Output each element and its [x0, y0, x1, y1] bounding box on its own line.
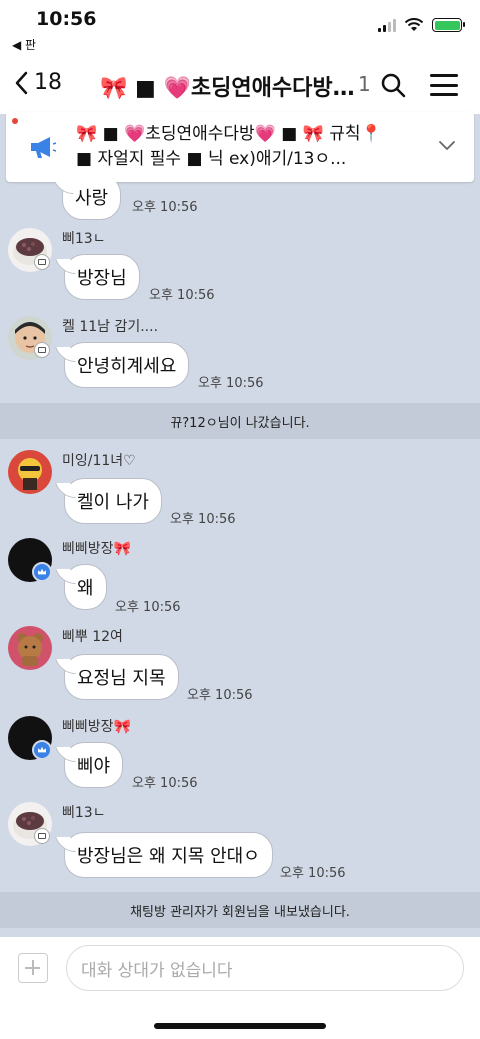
cellular-signal-icon	[378, 18, 396, 32]
message-time: 오후 10:56	[132, 776, 198, 791]
wifi-icon	[404, 18, 424, 31]
profile-badge-icon	[34, 342, 50, 358]
host-crown-icon	[32, 562, 52, 582]
avatar[interactable]	[8, 450, 52, 494]
member-count: 1	[358, 72, 371, 96]
chat-message-list[interactable]: 사랑 오후 10:56 삐13ㄴ 방장님 오후 10:56 켈 11남 감기..…	[0, 182, 480, 937]
home-indicator[interactable]	[154, 1023, 326, 1029]
chat-header: 18 🎀 ■ 💗초딩연애수다방… 1	[0, 56, 480, 114]
notice-banner[interactable]: 🎀 ■ 💗초딩연애수다방💗 ■ 🎀 규칙📍 ■ 자얼지 필수 ■ 닉 ex)애기…	[6, 112, 474, 182]
system-message: 뀨?12ㅇ님이 나갔습니다.	[0, 403, 480, 439]
message-time: 오후 10:56	[187, 688, 253, 703]
sender-name: 미잉/11녀♡	[62, 453, 136, 469]
message-time: 오후 10:56	[280, 866, 346, 881]
sender-name: 삐13ㄴ	[62, 805, 106, 821]
back-to-app-link[interactable]: ◀ 판	[12, 36, 36, 53]
status-bar: 10:56 ◀ 판	[0, 0, 480, 60]
message-time: 오후 10:56	[170, 512, 236, 527]
message-time: 오후 10:56	[132, 200, 198, 215]
host-crown-icon	[32, 740, 52, 760]
message-bubble[interactable]: 방장님	[64, 254, 140, 300]
menu-icon[interactable]	[430, 74, 458, 96]
plus-icon[interactable]	[18, 953, 48, 983]
sender-name: 삐삐방장🎀	[62, 541, 131, 557]
message-bubble[interactable]: 사랑	[62, 182, 122, 220]
sender-name: 삐13ㄴ	[62, 231, 106, 247]
unread-count: 18	[34, 70, 62, 95]
sender-name: 삐뿌 12여	[62, 629, 123, 645]
message-time: 오후 10:56	[115, 600, 181, 615]
profile-badge-icon	[34, 828, 50, 844]
message-bubble[interactable]: 안녕히계세요	[64, 342, 190, 388]
notice-new-dot	[12, 118, 18, 124]
chevron-left-icon	[15, 71, 28, 94]
profile-badge-icon	[34, 254, 50, 270]
notice-line-2: ■ 자얼지 필수 ■ 닉 ex)애기/13ㅇ...	[76, 149, 347, 169]
message-time: 오후 10:56	[198, 376, 264, 391]
system-message: 채팅방 관리자가 회원님을 내보냈습니다.	[0, 892, 480, 928]
message-bubble[interactable]: 삐야	[64, 742, 124, 788]
message-input[interactable]: 대화 상대가 없습니다	[66, 945, 464, 991]
message-time: 오후 10:56	[149, 288, 215, 303]
chevron-down-icon[interactable]	[438, 136, 456, 154]
search-icon[interactable]	[380, 72, 406, 98]
message-bubble[interactable]: 요정님 지목	[64, 654, 179, 700]
chat-room-title[interactable]: 🎀 ■ 💗초딩연애수다방…	[100, 70, 370, 102]
status-time: 10:56	[36, 8, 97, 30]
avatar[interactable]	[8, 626, 52, 670]
status-icons	[378, 18, 465, 32]
message-bubble[interactable]: 방장님은 왜 지목 안대ㅇ	[64, 832, 273, 878]
message-bubble[interactable]: 켈이 나가	[64, 478, 162, 524]
back-button[interactable]: 18	[14, 70, 62, 95]
megaphone-icon	[31, 137, 57, 158]
notice-text: 🎀 ■ 💗초딩연애수다방💗 ■ 🎀 규칙📍 ■ 자얼지 필수 ■ 닉 ex)애기…	[76, 122, 426, 172]
sender-name: 켈 11남 감기....	[62, 319, 159, 335]
sender-name: 삐삐방장🎀	[62, 719, 131, 735]
message-bubble[interactable]: 왜	[64, 564, 107, 610]
message-input-bar: 대화 상대가 없습니다	[0, 937, 480, 1039]
notice-line-1: 🎀 ■ 💗초딩연애수다방💗 ■ 🎀 규칙📍	[76, 124, 382, 144]
battery-icon	[432, 18, 465, 32]
